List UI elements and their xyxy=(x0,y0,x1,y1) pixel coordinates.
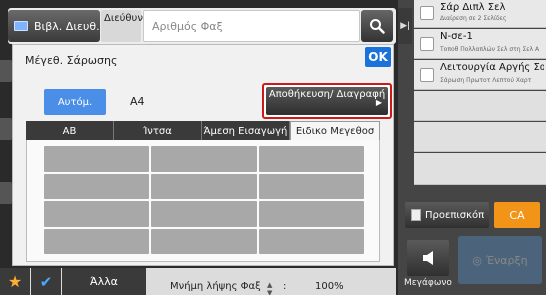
preview-label: Προεπισκόπ xyxy=(425,209,485,221)
list-item-subtitle: Διαίρεση σε 2 Σελίδες xyxy=(440,15,507,22)
tab-inch[interactable]: Ίντσα xyxy=(114,121,202,141)
side-tab xyxy=(0,60,12,82)
updown-arrows-icon: ▲ ▼ xyxy=(267,281,273,295)
custom-size-panel xyxy=(26,140,380,262)
search-button[interactable] xyxy=(361,10,393,42)
ok-button[interactable]: OK xyxy=(365,47,391,67)
start-icon: ◎ xyxy=(472,253,482,267)
check-button[interactable]: ✔ xyxy=(31,268,61,295)
favorites-button[interactable]: ★ xyxy=(0,268,30,295)
custom-size-slot[interactable] xyxy=(258,173,364,199)
custom-size-slot[interactable] xyxy=(151,146,257,172)
other-button[interactable]: Άλλα xyxy=(62,268,146,295)
checkbox[interactable] xyxy=(420,6,434,20)
speaker-button[interactable] xyxy=(407,240,449,276)
custom-size-slot[interactable] xyxy=(44,146,150,172)
custom-size-slot[interactable] xyxy=(258,228,364,254)
start-label: Έναρξη xyxy=(485,253,528,267)
address-button[interactable]: Διεύθυνση xyxy=(101,10,156,42)
list-item-title: Ν-σε-1 xyxy=(440,31,473,42)
custom-size-slot[interactable] xyxy=(44,201,150,227)
speaker-icon xyxy=(423,251,433,265)
side-tab xyxy=(0,118,12,140)
search-icon xyxy=(370,19,385,34)
memory-value: 100% xyxy=(315,281,344,292)
side-tab xyxy=(0,182,12,204)
save-delete-label: Αποθήκευση/ Διαγραφή xyxy=(268,89,386,100)
custom-size-slot[interactable] xyxy=(258,201,364,227)
custom-size-slot[interactable] xyxy=(44,173,150,199)
fax-screen: Βιβλ. Διευθ. Διεύθυνση Αριθμός Φαξ Μέγεθ… xyxy=(0,0,546,295)
preview-button[interactable]: Προεπισκόπ xyxy=(405,202,489,228)
list-item-subtitle: Τοποθ Πολλαπλών Σελ στη Σελ Α xyxy=(440,46,540,53)
checkbox[interactable] xyxy=(420,68,434,82)
current-size-value: A4 xyxy=(130,95,145,108)
save-delete-button[interactable]: Αποθήκευση/ Διαγραφή ▶ xyxy=(262,83,392,119)
star-icon: ★ xyxy=(7,272,23,291)
list-item-subtitle: Σάρωση Πρωτοτ Λεπτού Χαρτ xyxy=(440,77,532,84)
fax-number-placeholder: Αριθμός Φαξ xyxy=(152,19,223,33)
checkbox[interactable] xyxy=(420,37,434,51)
custom-size-slot[interactable] xyxy=(151,173,257,199)
play-pause-icon: ▶ǀ xyxy=(400,21,410,31)
arrow-right-icon: ▶ xyxy=(375,98,382,107)
collapse-panel-button[interactable]: ▶ǀ xyxy=(398,8,412,44)
list-item-title: Σάρ Διπλ Σελ xyxy=(440,2,506,13)
memory-label: Μνήμη λήψης Φαξ xyxy=(170,281,261,292)
preview-icon xyxy=(411,209,421,221)
tab-direct-entry[interactable]: Άμεση Εισαγωγή xyxy=(202,121,290,141)
address-book-button[interactable]: Βιβλ. Διευθ. xyxy=(8,10,100,42)
empty-list-item xyxy=(414,153,546,185)
memory-separator: : xyxy=(283,281,287,292)
list-item[interactable]: Ν-σε-1 Τοποθ Πολλαπλών Σελ στη Σελ Α xyxy=(414,29,546,59)
tab-custom-size[interactable]: Ειδικο Μεγεθοσ xyxy=(290,121,380,141)
empty-list-item xyxy=(414,91,546,121)
custom-size-slot[interactable] xyxy=(151,228,257,254)
list-item[interactable]: Σάρ Διπλ Σελ Διαίρεση σε 2 Σελίδες xyxy=(414,0,546,28)
checkmark-icon: ✔ xyxy=(39,272,53,291)
empty-list-item xyxy=(414,122,546,152)
address-book-icon xyxy=(14,21,28,31)
custom-size-slot[interactable] xyxy=(44,228,150,254)
clear-all-button[interactable]: CA xyxy=(494,202,540,228)
fax-number-input[interactable]: Αριθμός Φαξ xyxy=(143,10,360,42)
tab-ab[interactable]: AB xyxy=(26,121,114,141)
size-tabs: AB Ίντσα Άμεση Εισαγωγή Ειδικο Μεγεθοσ xyxy=(26,121,380,141)
custom-size-grid xyxy=(44,146,364,254)
list-item-title: Λειτουργία Αργής Σαρωσης xyxy=(440,62,544,73)
start-button[interactable]: ◎ Έναρξη xyxy=(458,236,542,284)
address-book-label: Βιβλ. Διευθ. xyxy=(34,19,100,33)
speaker-label: Μεγάφωνο xyxy=(404,278,452,288)
custom-size-slot[interactable] xyxy=(258,146,364,172)
auto-size-button[interactable]: Αυτόμ. xyxy=(44,89,106,115)
custom-size-slot[interactable] xyxy=(151,201,257,227)
list-item[interactable]: Λειτουργία Αργής Σαρωσης Σάρωση Πρωτοτ Λ… xyxy=(414,60,546,90)
dialog-title: Μέγεθ. Σάρωσης xyxy=(25,54,118,67)
